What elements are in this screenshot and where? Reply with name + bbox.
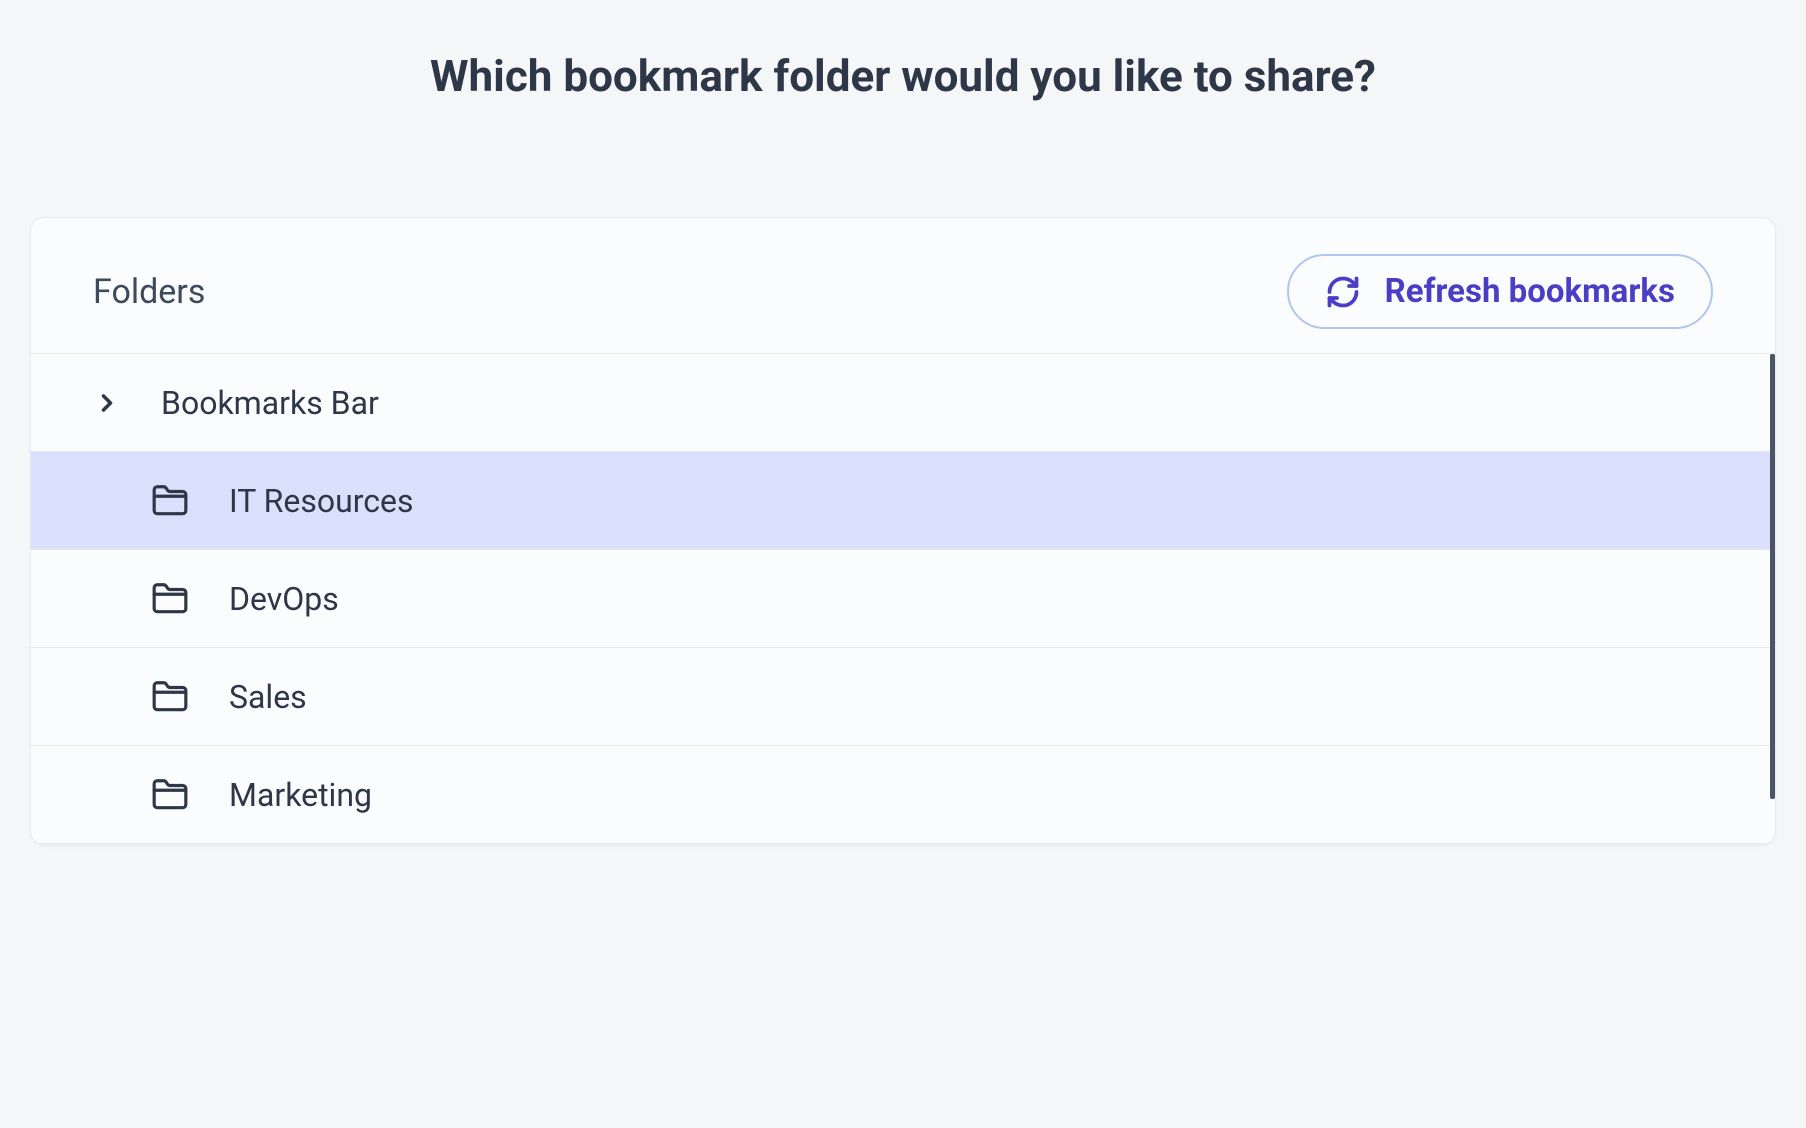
folder-name: Sales xyxy=(229,678,307,716)
refresh-bookmarks-button[interactable]: Refresh bookmarks xyxy=(1287,254,1713,329)
folder-item-sales[interactable]: Sales xyxy=(31,648,1775,746)
card-header: Folders Refresh bookmarks xyxy=(31,218,1775,354)
folder-icon xyxy=(151,776,189,814)
folder-icon xyxy=(151,580,189,618)
folder-item-devops[interactable]: DevOps xyxy=(31,550,1775,648)
folder-item-marketing[interactable]: Marketing xyxy=(31,746,1775,844)
folder-name: DevOps xyxy=(229,580,339,618)
folder-icon xyxy=(151,678,189,716)
folder-name: Marketing xyxy=(229,776,372,814)
main-container: Which bookmark folder would you like to … xyxy=(0,0,1806,845)
scrollbar[interactable] xyxy=(1770,354,1775,799)
folder-item-it-resources[interactable]: IT Resources xyxy=(31,452,1775,550)
folder-name: IT Resources xyxy=(229,482,414,520)
refresh-label: Refresh bookmarks xyxy=(1385,272,1675,311)
folder-list: Bookmarks Bar IT Resources DevOps xyxy=(31,354,1775,844)
chevron-right-icon xyxy=(93,389,121,417)
folder-name: Bookmarks Bar xyxy=(161,384,379,422)
folder-root-bookmarks-bar[interactable]: Bookmarks Bar xyxy=(31,354,1775,452)
refresh-icon xyxy=(1325,274,1361,310)
page-title: Which bookmark folder would you like to … xyxy=(30,50,1776,102)
folders-label: Folders xyxy=(93,272,205,312)
folder-card: Folders Refresh bookmarks Bookmarks Bar xyxy=(30,217,1776,845)
folder-icon xyxy=(151,482,189,520)
